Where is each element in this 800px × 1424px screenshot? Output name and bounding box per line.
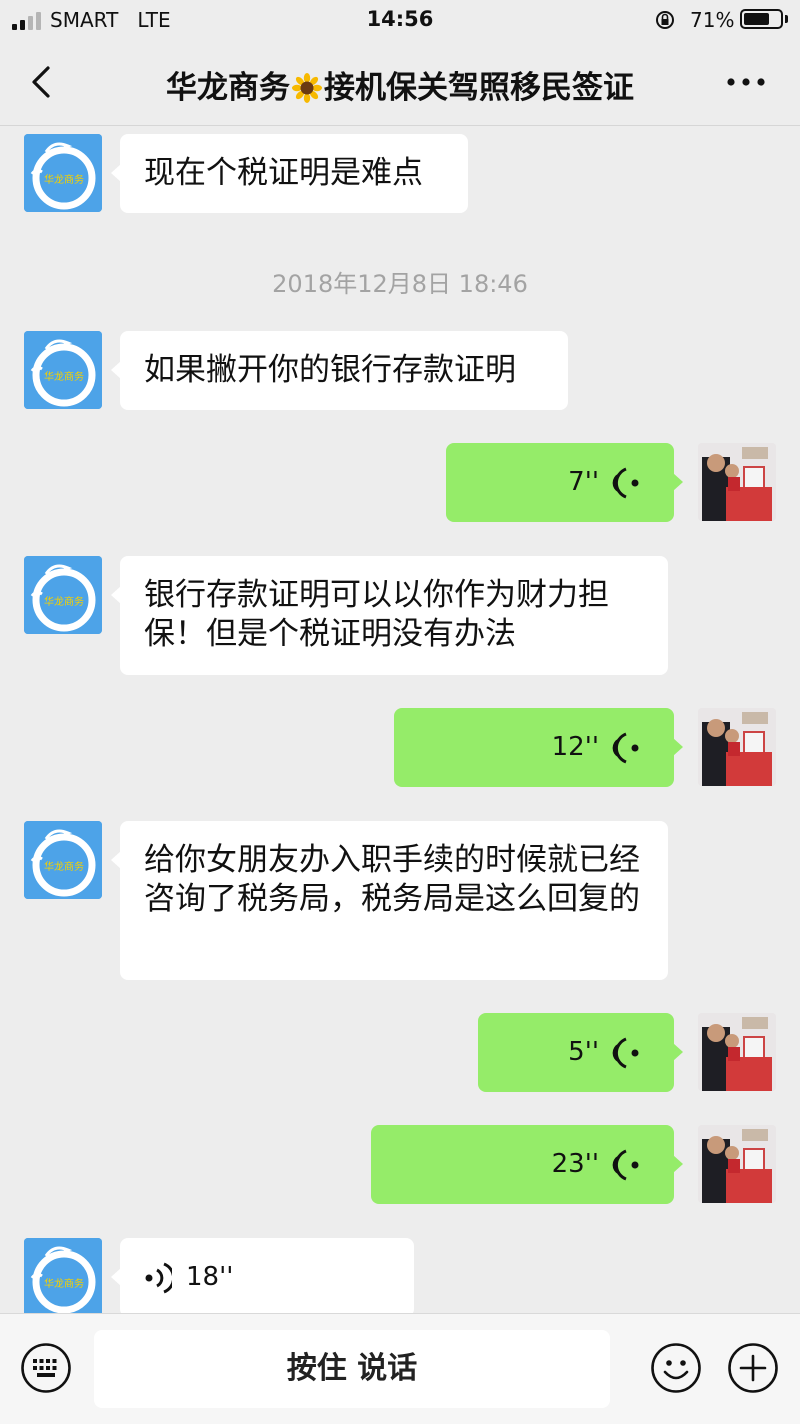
- chat-title-part-1: 华龙商务: [166, 70, 290, 106]
- more-options-icon[interactable]: [722, 72, 770, 92]
- voice-wave-icon: [612, 467, 640, 499]
- keyboard-icon[interactable]: [20, 1342, 72, 1394]
- voice-duration: 7'': [568, 467, 599, 497]
- battery-tip: [785, 15, 788, 23]
- contact-avatar[interactable]: [24, 134, 102, 212]
- input-bar: 按住 说话: [0, 1313, 800, 1424]
- message-text: 如果撇开你的银行存款证明: [144, 352, 516, 388]
- battery-icon: [740, 9, 783, 29]
- voice-wave-icon: [144, 1262, 172, 1294]
- contact-avatar[interactable]: [24, 331, 102, 409]
- plus-icon[interactable]: [727, 1342, 779, 1394]
- message-text: 给你女朋友办入职手续的时候就已经咨询了税务局，税务局是这么回复的: [144, 842, 640, 917]
- message-text: 现在个税证明是难点: [144, 155, 423, 191]
- voice-wave-icon: [612, 732, 640, 764]
- contact-avatar[interactable]: [24, 1238, 102, 1313]
- voice-message-incoming[interactable]: 18'': [111, 1238, 414, 1313]
- contact-avatar[interactable]: [24, 556, 102, 634]
- orientation-lock-icon: [656, 11, 674, 29]
- message-text: 银行存款证明可以以你作为财力担保！但是个税证明没有办法: [144, 577, 609, 652]
- back-icon[interactable]: [22, 62, 62, 102]
- my-avatar[interactable]: [698, 1125, 776, 1203]
- my-avatar[interactable]: [698, 708, 776, 786]
- voice-message-outgoing[interactable]: 12'': [394, 708, 683, 787]
- message-bubble-incoming[interactable]: 如果撇开你的银行存款证明: [111, 331, 568, 410]
- voice-message-outgoing[interactable]: 7'': [446, 443, 683, 522]
- my-avatar[interactable]: [698, 1013, 776, 1091]
- voice-duration: 18'': [186, 1262, 234, 1292]
- voice-duration: 12'': [551, 732, 599, 762]
- message-bubble-incoming[interactable]: 银行存款证明可以以你作为财力担保！但是个税证明没有办法: [111, 556, 668, 675]
- chat-title: 华龙商务 接机保关驾照移民签证: [120, 62, 680, 107]
- status-bar: SMART LTE 14:56 71%: [0, 0, 800, 40]
- contact-avatar[interactable]: [24, 821, 102, 899]
- battery-percent: 71%: [690, 8, 735, 32]
- status-time: 14:56: [366, 7, 434, 31]
- voice-duration: 5'': [568, 1037, 599, 1067]
- voice-message-outgoing[interactable]: 5'': [478, 1013, 683, 1092]
- message-bubble-incoming[interactable]: 给你女朋友办入职手续的时候就已经咨询了税务局，税务局是这么回复的: [111, 821, 668, 980]
- my-avatar[interactable]: [698, 443, 776, 521]
- hold-to-talk-button[interactable]: 按住 说话: [94, 1330, 610, 1408]
- voice-wave-icon: [612, 1149, 640, 1181]
- message-timestamp: 2018年12月8日 18:46: [272, 270, 528, 298]
- emoji-icon[interactable]: [650, 1342, 702, 1394]
- voice-duration: 23'': [551, 1149, 599, 1179]
- chat-messages[interactable]: 现在个税证明是难点 2018年12月8日 18:46 如果撇开你的银行存款证明 …: [0, 126, 800, 1313]
- nav-bar: 华龙商务 接机保关驾照移民签证: [0, 40, 800, 126]
- chat-title-part-2: 接机保关驾照移民签证: [324, 70, 634, 106]
- sunflower-icon: [292, 73, 322, 103]
- voice-wave-icon: [612, 1037, 640, 1069]
- message-bubble-incoming[interactable]: 现在个税证明是难点: [111, 134, 468, 213]
- voice-message-outgoing[interactable]: 23'': [371, 1125, 683, 1204]
